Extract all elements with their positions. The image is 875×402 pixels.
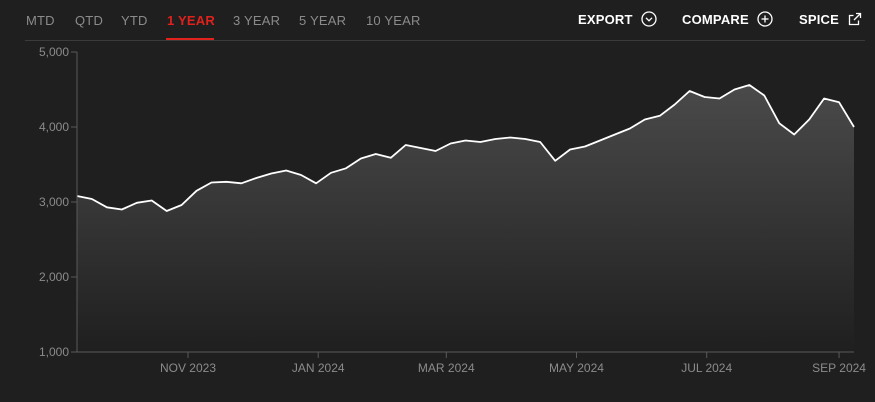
data-point[interactable] [195,189,199,193]
chart-toolbar: MTD QTD YTD 1 YEAR 3 YEAR 5 YEAR 10 YEAR… [0,0,875,41]
spice-button[interactable]: SPICE [799,11,863,27]
data-point[interactable] [389,156,393,160]
data-point[interactable] [478,140,482,144]
y-tick-label: 5,000 [39,45,69,59]
tab-5-year[interactable]: 5 YEAR [299,13,346,28]
data-point[interactable] [523,137,527,141]
plus-circle-icon [757,11,773,27]
data-point[interactable] [718,97,722,101]
export-label: EXPORT [578,11,633,27]
data-point[interactable] [284,169,288,173]
y-tick-label: 2,000 [39,270,69,284]
data-point[interactable] [493,137,497,141]
data-point[interactable] [120,208,124,212]
data-point[interactable] [180,203,184,207]
data-point[interactable] [613,133,617,137]
data-point[interactable] [224,180,228,184]
data-point[interactable] [464,139,468,143]
data-point[interactable] [658,114,662,118]
data-point[interactable] [269,172,273,176]
data-point[interactable] [747,83,751,87]
tab-qtd[interactable]: QTD [75,13,103,28]
data-point[interactable] [628,127,632,131]
chart-area: 1,000 2,000 3,000 4,000 5,000 NOV 2023 JAN 202… [0,41,875,402]
data-point[interactable] [688,89,692,93]
data-point[interactable] [299,173,303,177]
data-point[interactable] [210,181,214,185]
chevron-down-circle-icon [641,11,657,27]
tab-1-year[interactable]: 1 YEAR [167,13,215,28]
data-point[interactable] [329,171,333,175]
data-point[interactable] [733,88,737,92]
data-point[interactable] [239,181,243,185]
x-tick-label: SEP 2024 [812,361,866,375]
data-point[interactable] [673,103,677,107]
price-chart: 1,000 2,000 3,000 4,000 5,000 NOV 2023 JAN 202… [39,45,866,375]
tab-ytd[interactable]: YTD [121,13,148,28]
data-point[interactable] [508,136,512,140]
y-tick-label: 4,000 [39,120,69,134]
data-point[interactable] [553,159,557,163]
data-point[interactable] [807,118,811,122]
data-point[interactable] [852,125,856,129]
x-tick-label: JUL 2024 [681,361,732,375]
tab-3-year[interactable]: 3 YEAR [233,13,280,28]
data-point[interactable] [777,121,781,125]
data-point[interactable] [419,146,423,150]
x-tick-label: MAR 2024 [418,361,475,375]
data-point[interactable] [90,197,94,201]
x-tick-label: JAN 2024 [292,361,345,375]
data-point[interactable] [105,205,109,209]
external-link-icon [847,11,863,27]
spice-label: SPICE [799,11,840,27]
y-tick-label: 1,000 [39,345,69,359]
data-point[interactable] [374,152,378,156]
data-point[interactable] [568,148,572,152]
tab-10-year[interactable]: 10 YEAR [366,13,421,28]
tab-mtd[interactable]: MTD [26,13,55,28]
data-point[interactable] [822,97,826,101]
export-button[interactable]: EXPORT [578,11,657,27]
data-point[interactable] [344,166,348,170]
data-point[interactable] [359,157,363,161]
x-tick-label: NOV 2023 [160,361,216,375]
data-point[interactable] [703,95,707,99]
data-point[interactable] [150,199,154,203]
data-point[interactable] [404,143,408,147]
y-tick-label: 3,000 [39,195,69,209]
data-point[interactable] [583,145,587,149]
data-point[interactable] [135,201,139,205]
data-point[interactable] [314,181,318,185]
data-point[interactable] [792,133,796,137]
data-point[interactable] [598,139,602,143]
data-point[interactable] [538,140,542,144]
compare-label: COMPARE [682,11,749,27]
data-point[interactable] [254,176,258,180]
data-point[interactable] [434,149,438,153]
data-point[interactable] [449,142,453,146]
data-point[interactable] [643,118,647,122]
x-tick-label: MAY 2024 [549,361,604,375]
compare-button[interactable]: COMPARE [682,11,773,27]
data-point[interactable] [165,209,169,213]
data-point[interactable] [837,100,841,104]
series-area-fill [77,85,854,352]
data-point[interactable] [762,94,766,98]
